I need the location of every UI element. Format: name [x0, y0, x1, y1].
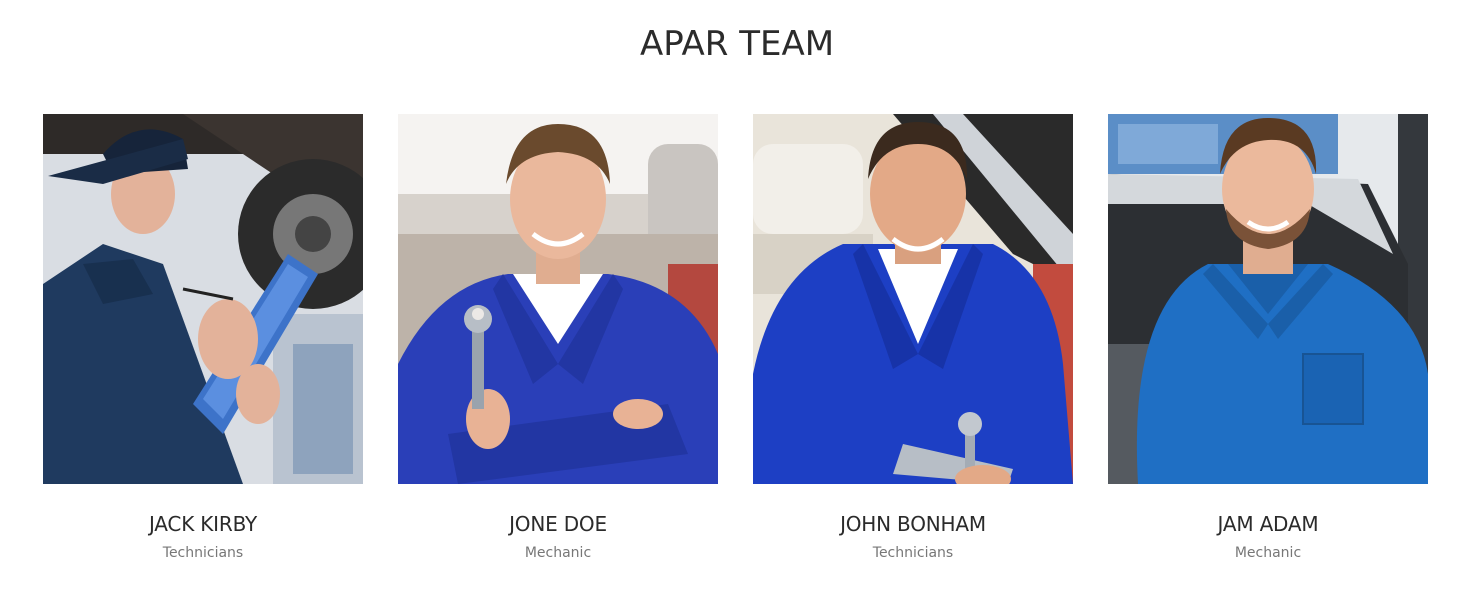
- team-member-photo: [43, 114, 363, 484]
- team-member-photo: [1108, 114, 1428, 484]
- team-member-card: JACK KIRBY Technicians: [43, 114, 363, 562]
- team-member-name: JACK KIRBY: [148, 512, 258, 536]
- mechanic-with-clipboard-photo: [43, 114, 363, 484]
- team-member-card: JOHN BONHAM Technicians: [753, 114, 1073, 562]
- team-member-name: JONE DOE: [509, 512, 607, 536]
- team-member-card: JAM ADAM Mechanic: [1108, 114, 1428, 562]
- team-member-name: JAM ADAM: [1217, 512, 1319, 536]
- team-member-name: JOHN BONHAM: [840, 512, 986, 536]
- team-member-photo: [753, 114, 1073, 484]
- team-member-role: Technicians: [162, 545, 244, 561]
- section-title: APAR TEAM: [639, 24, 835, 64]
- team-member-role: Mechanic: [1234, 545, 1302, 561]
- mechanic-smiling-photo: [1108, 114, 1428, 484]
- team-member-role: Mechanic: [524, 545, 592, 561]
- team-member-role: Technicians: [872, 545, 954, 561]
- mechanic-under-hood-photo: [753, 114, 1073, 484]
- mechanic-with-wrench-photo: [398, 114, 718, 484]
- team-member-card: JONE DOE Mechanic: [398, 114, 718, 562]
- team-member-photo: [398, 114, 718, 484]
